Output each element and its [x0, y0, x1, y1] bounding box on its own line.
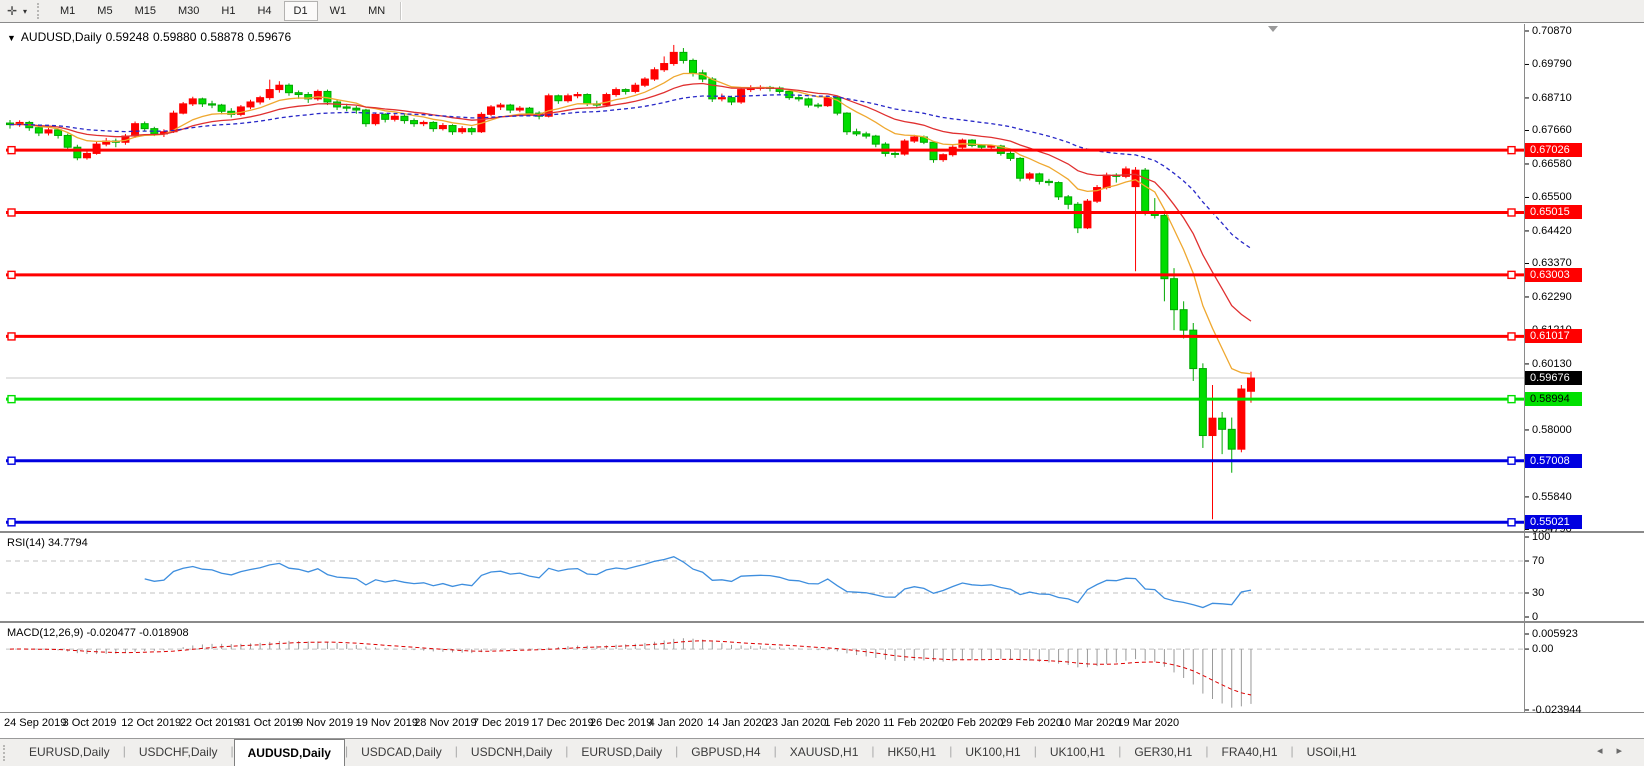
hline-price-badge[interactable]: 0.65015 — [1525, 205, 1582, 219]
rsi-tick: 100 — [1532, 531, 1550, 543]
hline-price-badge[interactable]: 0.67026 — [1525, 143, 1582, 157]
date-label: 14 Jan 2020 — [707, 717, 768, 729]
macd-tick: 0.005923 — [1532, 628, 1578, 640]
price-tick: 0.64420 — [1532, 225, 1572, 237]
date-label: 22 Oct 2019 — [180, 717, 240, 729]
rsi-indicator-label: RSI(14) 34.7794 — [7, 537, 88, 549]
date-label: 19 Nov 2019 — [356, 717, 418, 729]
hline-handle[interactable] — [8, 271, 15, 278]
date-label: 20 Feb 2020 — [942, 717, 1004, 729]
hline-handle[interactable] — [8, 209, 15, 216]
rsi-tick: 0 — [1532, 611, 1538, 623]
price-axis-border — [1524, 24, 1525, 713]
tab-scroll-arrows: ◂▸ — [1597, 744, 1636, 757]
ma-fast-line — [10, 73, 1251, 373]
ohlc-high: 0.59880 — [153, 30, 196, 44]
hline-price-badge[interactable]: 0.58994 — [1525, 392, 1582, 406]
chart-tab-gbpusd-h4[interactable]: GBPUSD,H4 — [678, 739, 773, 766]
rsi-line — [145, 557, 1251, 608]
chart-tab-eurusd-daily[interactable]: EURUSD,Daily — [16, 739, 123, 766]
candlestick-series — [7, 45, 1255, 519]
price-tick: 0.68710 — [1532, 92, 1572, 104]
hline-handle[interactable] — [1508, 519, 1515, 526]
hline-handle[interactable] — [8, 396, 15, 403]
price-tick: 0.58000 — [1532, 424, 1572, 436]
ohlc-low: 0.58878 — [200, 30, 243, 44]
chart-tab-usdcnh-daily[interactable]: USDCNH,Daily — [458, 739, 565, 766]
tab-scroll-left-icon[interactable]: ◂ — [1597, 745, 1617, 757]
date-label: 1 Feb 2020 — [824, 717, 880, 729]
hline-handle[interactable] — [1508, 457, 1515, 464]
chart-tab-hk50-h1[interactable]: HK50,H1 — [875, 739, 950, 766]
date-label: 24 Sep 2019 — [4, 717, 66, 729]
chart-tab-usoil-h1[interactable]: USOil,H1 — [1294, 739, 1370, 766]
hline-handle[interactable] — [1508, 396, 1515, 403]
chart-tab-fra40-h1[interactable]: FRA40,H1 — [1208, 739, 1290, 766]
date-label: 11 Feb 2020 — [883, 717, 944, 729]
price-tick: 0.62290 — [1532, 291, 1572, 303]
price-tick: 0.69790 — [1532, 58, 1572, 70]
chart-tab-usdchf-daily[interactable]: USDCHF,Daily — [126, 739, 231, 766]
price-tick: 0.60130 — [1532, 358, 1572, 370]
chart-title: ▼ AUDUSD,Daily 0.59248 0.59880 0.58878 0.5967… — [7, 30, 295, 44]
chart-tab-eurusd-daily[interactable]: EURUSD,Daily — [568, 739, 675, 766]
hline-price-badge[interactable]: 0.57008 — [1525, 454, 1582, 468]
rsi-tick: 30 — [1532, 587, 1544, 599]
date-label: 28 Nov 2019 — [414, 717, 476, 729]
pane-separator-main-rsi[interactable] — [0, 531, 1644, 533]
hline-handle[interactable] — [8, 333, 15, 340]
hline-handle[interactable] — [1508, 209, 1515, 216]
ma-slow-line — [10, 95, 1251, 249]
date-label: 26 Dec 2019 — [590, 717, 652, 729]
macd-tick: -0.023944 — [1532, 704, 1582, 716]
hline-price-badge[interactable]: 0.61017 — [1525, 329, 1582, 343]
chart-tab-uk100-h1[interactable]: UK100,H1 — [1037, 739, 1118, 766]
date-label: 23 Jan 2020 — [766, 717, 827, 729]
chart-symbol-label: AUDUSD,Daily — [21, 30, 102, 44]
hline-handle[interactable] — [8, 147, 15, 154]
hline-price-badge[interactable]: 0.55021 — [1525, 515, 1582, 529]
tabbar-grip[interactable] — [3, 745, 10, 761]
hline-handle[interactable] — [1508, 271, 1515, 278]
hline-handle[interactable] — [1508, 333, 1515, 340]
hline-handle[interactable] — [8, 457, 15, 464]
hline-handle[interactable] — [1508, 147, 1515, 154]
collapse-arrow-icon[interactable]: ▼ — [7, 33, 16, 43]
date-label: 29 Feb 2020 — [1000, 717, 1062, 729]
ohlc-open: 0.59248 — [106, 30, 149, 44]
date-label: 7 Dec 2019 — [473, 717, 529, 729]
price-tick: 0.67660 — [1532, 124, 1572, 136]
date-label: 19 Mar 2020 — [1117, 717, 1179, 729]
chart-tab-audusd-daily[interactable]: AUDUSD,Daily — [234, 739, 345, 766]
price-tick: 0.65500 — [1532, 191, 1572, 203]
chart-tab-xauusd-h1[interactable]: XAUUSD,H1 — [777, 739, 872, 766]
date-label: 17 Dec 2019 — [531, 717, 593, 729]
chart-tab-uk100-h1[interactable]: UK100,H1 — [952, 739, 1033, 766]
tab-scroll-right-icon[interactable]: ▸ — [1616, 745, 1636, 757]
current-price-badge[interactable]: 0.59676 — [1525, 371, 1582, 385]
rsi-tick: 70 — [1532, 555, 1544, 567]
hline-price-badge[interactable]: 0.63003 — [1525, 268, 1582, 282]
chart-tab-usdcad-daily[interactable]: USDCAD,Daily — [348, 739, 455, 766]
pane-separator-macd-dates — [0, 712, 1644, 713]
ohlc-close: 0.59676 — [248, 30, 291, 44]
chart-shift-marker-icon[interactable] — [1268, 26, 1278, 32]
hline-handle[interactable] — [8, 519, 15, 526]
price-tick: 0.70870 — [1532, 25, 1572, 37]
macd-tick: 0.00 — [1532, 643, 1553, 655]
price-tick: 0.66580 — [1532, 158, 1572, 170]
chart-tab-ger30-h1[interactable]: GER30,H1 — [1121, 739, 1205, 766]
chart-canvas[interactable] — [0, 0, 1644, 766]
macd-indicator-label: MACD(12,26,9) -0.020477 -0.018908 — [7, 627, 189, 639]
date-label: 31 Oct 2019 — [238, 717, 298, 729]
date-label: 9 Nov 2019 — [297, 717, 353, 729]
date-label: 3 Oct 2019 — [63, 717, 117, 729]
date-label: 10 Mar 2020 — [1059, 717, 1121, 729]
date-label: 12 Oct 2019 — [121, 717, 181, 729]
pane-separator-rsi-macd[interactable] — [0, 621, 1644, 623]
date-label: 4 Jan 2020 — [649, 717, 703, 729]
price-tick: 0.55840 — [1532, 491, 1572, 503]
chart-tab-bar: EURUSD,Daily|USDCHF,Daily|AUDUSD,Daily|U… — [0, 738, 1644, 766]
